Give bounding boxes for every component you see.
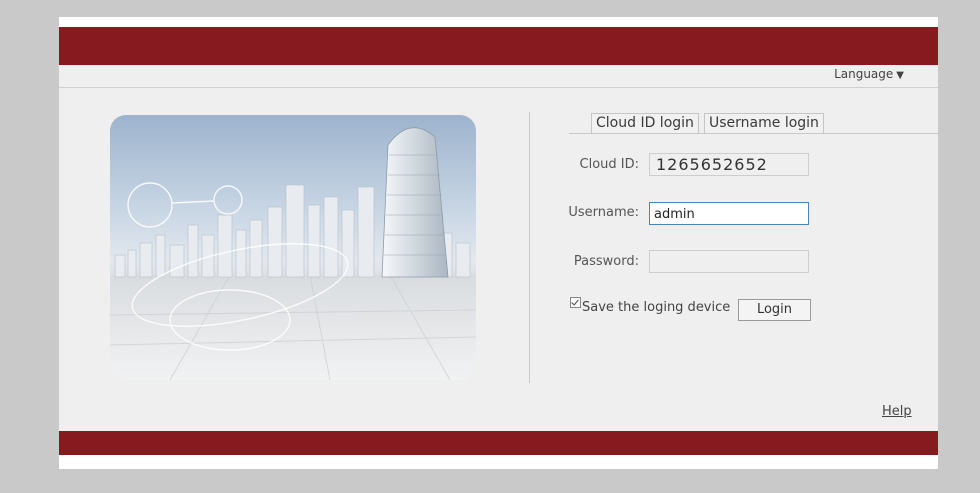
tab-username-login[interactable]: Username login	[704, 113, 824, 133]
language-label: Language	[834, 67, 894, 81]
password-label: Password:	[573, 254, 639, 269]
save-device-label: Save the loging device	[582, 300, 731, 315]
bottom-margin	[59, 455, 938, 469]
save-device-checkbox[interactable]	[570, 297, 581, 308]
dropdown-arrow-icon: ▼	[896, 70, 904, 81]
language-selector[interactable]: Language ▼	[834, 65, 904, 85]
panel-divider	[529, 112, 530, 383]
footer-bar	[59, 431, 938, 455]
header-bar	[59, 27, 938, 65]
city-skyline-illustration	[110, 115, 476, 380]
cloud-id-label: Cloud ID:	[579, 157, 640, 172]
login-page: Language ▼ Cloud ID login Username login…	[59, 17, 938, 469]
help-link[interactable]: Help	[882, 404, 912, 419]
login-button[interactable]: Login	[738, 299, 811, 321]
cloud-id-field[interactable]: 1265652652	[649, 153, 809, 176]
tabs-underline	[569, 133, 938, 134]
username-label: Username:	[568, 205, 639, 220]
tab-cloud-id-login[interactable]: Cloud ID login	[591, 113, 699, 133]
username-field[interactable]	[649, 202, 809, 225]
save-device-row[interactable]: Save the loging device	[570, 297, 731, 315]
password-field[interactable]	[649, 250, 809, 273]
username-input[interactable]	[650, 204, 808, 225]
cloud-id-value: 1265652652	[656, 155, 768, 174]
password-input[interactable]	[650, 252, 808, 273]
header-divider	[59, 87, 938, 88]
top-margin	[59, 17, 938, 27]
